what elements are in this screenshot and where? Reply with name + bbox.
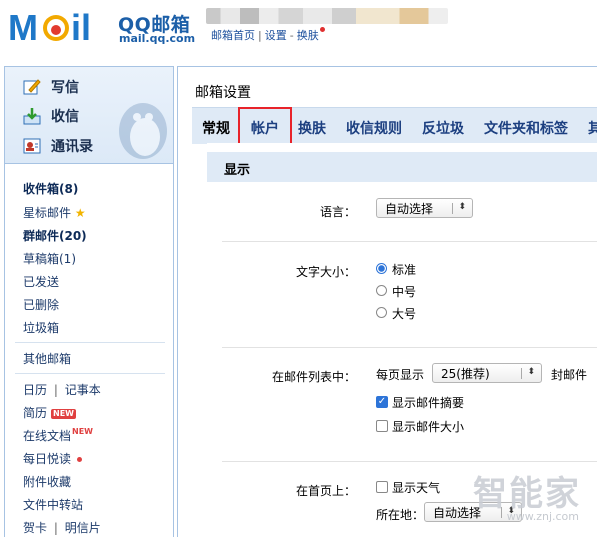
contacts-button[interactable]: 通讯录 <box>23 135 93 157</box>
tab-rules[interactable]: 收信规则 <box>346 118 402 138</box>
app-file-transfer[interactable]: 文件中转站 <box>23 496 83 513</box>
show-size-checkbox[interactable] <box>376 420 388 432</box>
app-separator: | <box>53 521 58 535</box>
folder-inbox[interactable]: 收件箱(8) <box>23 180 78 197</box>
svg-text:M: M <box>8 8 38 44</box>
option-medium: 中号 <box>392 285 417 299</box>
notes-link[interactable]: 记事本 <box>65 383 101 397</box>
divider <box>222 461 597 462</box>
per-page-select[interactable]: 25(推荐) ⬍ <box>432 363 542 383</box>
notification-dot <box>77 457 83 462</box>
docs-label: 在线文档 <box>23 429 72 443</box>
tab-folders-labels[interactable]: 文件夹和标签 <box>484 118 568 138</box>
show-summary-label: 显示邮件摘要 <box>392 396 465 410</box>
compose-button[interactable]: 写信 <box>23 76 79 98</box>
section-header <box>207 152 597 182</box>
language-label: 语言： <box>319 205 356 219</box>
new-badge: NEW <box>51 408 76 419</box>
tab-antispam[interactable]: 反垃圾 <box>422 118 464 138</box>
quick-actions: 写信 收信 通讯录 <box>5 67 173 164</box>
app-separator: | <box>53 383 58 397</box>
contacts-label: 通讯录 <box>51 139 93 155</box>
app-daily-read[interactable]: 每日悦读 <box>23 450 83 467</box>
daily-label: 每日悦读 <box>23 452 72 466</box>
app-resume[interactable]: 简历 NEW <box>23 404 76 421</box>
star-icon: ★ <box>74 206 86 220</box>
postcard-link[interactable]: 明信片 <box>65 521 101 535</box>
show-summary-checkbox[interactable]: ✓ <box>376 396 388 408</box>
contacts-icon <box>23 138 41 154</box>
divider <box>222 347 597 348</box>
radio-medium[interactable] <box>376 285 387 296</box>
other-mailbox[interactable]: 其他邮箱 <box>23 350 71 367</box>
folder-drafts[interactable]: 草稿箱(1) <box>23 250 76 267</box>
per-page-value: 25(推荐) <box>441 366 490 381</box>
page-title: 邮箱设置 <box>195 85 251 101</box>
folder-sent[interactable]: 已发送 <box>23 273 59 290</box>
card-link[interactable]: 贺卡 <box>23 521 47 535</box>
font-size-label: 文字大小： <box>295 265 356 279</box>
language-value: 自动选择 <box>385 201 434 216</box>
radio-large[interactable] <box>376 307 387 318</box>
skin-link[interactable]: 换肤 <box>297 29 319 42</box>
site-watermark: 智能家 <box>473 474 581 514</box>
qq-mail-logo[interactable]: M il <box>8 8 114 44</box>
app-docs[interactable]: 在线文档NEW <box>23 427 93 444</box>
link-separator: | <box>258 29 262 42</box>
link-separator: - <box>289 29 294 42</box>
receive-icon <box>23 108 41 125</box>
folder-group[interactable]: 群邮件(20) <box>23 227 87 244</box>
receive-button[interactable]: 收信 <box>23 105 79 127</box>
show-weather-label: 显示天气 <box>392 481 441 495</box>
app-calendar-notes: 日历 | 记事本 <box>23 381 101 398</box>
resume-label: 简历 <box>23 406 48 420</box>
tab-more[interactable]: 其 <box>588 118 597 138</box>
show-size-label: 显示邮件大小 <box>392 420 465 434</box>
divider <box>15 342 165 343</box>
calendar-link[interactable]: 日历 <box>23 383 47 397</box>
list-label: 在邮件列表中： <box>271 370 356 384</box>
watermark-url: www.znj.com <box>506 510 579 523</box>
location-label: 所在地： <box>376 508 425 522</box>
tab-general[interactable]: 常规 <box>202 118 230 138</box>
updown-arrow-icon: ⬍ <box>458 202 466 212</box>
section-title: 显示 <box>224 163 251 178</box>
compose-icon <box>23 79 41 95</box>
folder-spam[interactable]: 垃圾箱 <box>23 319 59 336</box>
folder-starred-label: 星标邮件 <box>23 206 72 220</box>
compose-label: 写信 <box>51 80 79 96</box>
app-cards: 贺卡 | 明信片 <box>23 519 101 536</box>
home-label: 在首页上： <box>295 484 356 498</box>
option-standard: 标准 <box>392 263 417 277</box>
new-badge: NEW <box>72 427 93 436</box>
highlight-box <box>238 107 292 145</box>
app-attachments[interactable]: 附件收藏 <box>23 473 71 490</box>
brand-url: mail.qq.com <box>119 32 196 45</box>
left-sidebar: 写信 收信 通讯录 收件箱(8) 星标邮件 ★ 群邮件(20) 草稿箱(1) 已… <box>4 66 174 537</box>
folder-starred[interactable]: 星标邮件 ★ <box>23 204 86 221</box>
tab-skin[interactable]: 换肤 <box>298 118 326 138</box>
divider <box>222 241 597 242</box>
top-links: 邮箱首页 | 设置 - 换肤 <box>211 27 325 43</box>
option-large: 大号 <box>392 307 417 321</box>
svg-text:il: il <box>71 8 91 44</box>
user-account-blurred <box>206 8 448 24</box>
divider <box>15 373 165 374</box>
penguin-watermark-icon <box>119 103 167 159</box>
receive-label: 收信 <box>51 109 79 125</box>
notification-dot <box>319 27 325 32</box>
folder-deleted[interactable]: 已删除 <box>23 296 59 313</box>
show-weather-checkbox[interactable] <box>376 481 388 493</box>
language-select[interactable]: 自动选择 ⬍ <box>376 198 473 218</box>
settings-link[interactable]: 设置 <box>265 29 287 42</box>
radio-standard[interactable] <box>376 263 387 274</box>
per-page-suffix: 封邮件 <box>551 368 588 382</box>
home-link[interactable]: 邮箱首页 <box>211 29 255 42</box>
per-page-prefix: 每页显示 <box>376 368 425 382</box>
updown-arrow-icon: ⬍ <box>527 367 535 377</box>
